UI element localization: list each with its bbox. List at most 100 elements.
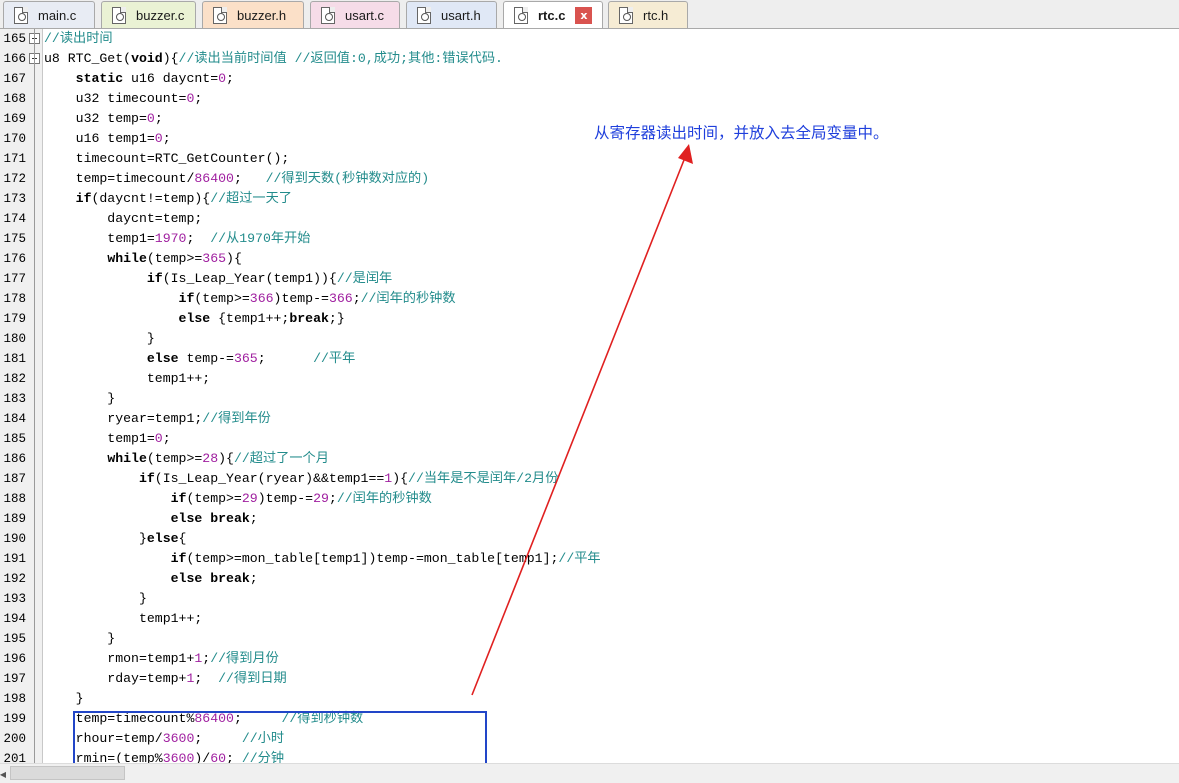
line-number: 199 [3, 712, 26, 726]
line-number: 174 [3, 212, 26, 226]
code-line[interactable]: rday=temp+1; //得到日期 [44, 669, 286, 689]
fold-guide-line [34, 29, 35, 763]
code-line[interactable]: if(daycnt!=temp){//超过一天了 [44, 189, 292, 209]
code-token: //得到年份 [202, 411, 271, 426]
code-line[interactable]: else break; [44, 569, 258, 589]
line-number: 196 [3, 652, 26, 666]
code-line[interactable]: } [44, 589, 147, 609]
code-line[interactable]: temp1++; [44, 609, 202, 629]
code-token: ; [352, 291, 361, 306]
code-line[interactable]: if(temp>=29)temp-=29;//闰年的秒钟数 [44, 489, 432, 509]
code-line[interactable]: } [44, 329, 155, 349]
line-number: 176 [3, 252, 26, 266]
code-line[interactable]: temp=timecount/86400; //得到天数(秒钟数对应的) [44, 169, 430, 189]
code-line[interactable]: temp1=0; [44, 429, 170, 449]
tab-buzzer-h[interactable]: buzzer.h [202, 1, 304, 28]
line-number: 179 [3, 312, 26, 326]
code-token: 0 [154, 431, 163, 446]
scroll-left-arrow-icon[interactable]: ◀ [0, 766, 6, 782]
code-line[interactable]: } [44, 629, 115, 649]
code-line[interactable]: else {temp1++;break;} [44, 309, 345, 329]
code-token: //闰年的秒钟数 [336, 491, 432, 506]
code-token: temp-= [178, 351, 234, 366]
code-line[interactable]: } [44, 389, 115, 409]
line-number: 194 [3, 612, 26, 626]
code-line[interactable]: if(temp>=mon_table[temp1])temp-=mon_tabl… [44, 549, 601, 569]
code-line[interactable]: //读出时间 [44, 29, 113, 49]
file-icon [321, 6, 335, 24]
line-number-gutter: 165 166 167 168 169 170 171 172 173 174 175 176 177 1… [0, 29, 43, 766]
code-line[interactable]: while(temp>=28){//超过了一个月 [44, 449, 329, 469]
annotation-text: 从寄存器读出时间，并放入去全局变量中。 [594, 124, 889, 142]
line-number: 170 [3, 132, 26, 146]
code-line[interactable]: else temp-=365; //平年 [44, 349, 355, 369]
code-token: else [178, 311, 211, 326]
code-token: ){ [162, 51, 179, 66]
code-token: } [44, 631, 116, 646]
code-line[interactable]: }else{ [44, 529, 187, 549]
code-line[interactable]: else break; [44, 509, 258, 529]
line-number: 183 [3, 392, 26, 406]
code-line[interactable]: daycnt=temp; [44, 209, 202, 229]
code-token: )temp-= [257, 491, 314, 506]
code-token: u32 temp= [44, 111, 147, 126]
code-token: if [170, 551, 187, 566]
code-token: else [170, 511, 203, 526]
code-token: (temp>= [186, 491, 242, 506]
code-line[interactable]: u16 temp1=0; [44, 129, 171, 149]
code-token: u8 RTC_Get( [44, 51, 132, 66]
line-number: 167 [3, 72, 26, 86]
code-line[interactable]: temp1++; [44, 369, 210, 389]
line-number: 180 [3, 332, 26, 346]
highlight-box [73, 711, 487, 767]
code-token: temp1++; [44, 371, 211, 386]
code-line[interactable]: rmon=temp1+1;//得到月份 [44, 649, 279, 669]
code-token: 365 [202, 251, 227, 266]
code-token: 366 [249, 291, 274, 306]
line-number: 187 [3, 472, 26, 486]
tab-buzzer-c[interactable]: buzzer.c [101, 1, 196, 28]
tab-usart-c[interactable]: usart.c [310, 1, 400, 28]
code-token: //是闰年 [336, 271, 393, 286]
code-token: //得到月份 [210, 651, 279, 666]
code-line[interactable]: static u16 daycnt=0; [44, 69, 234, 89]
line-number: 198 [3, 692, 26, 706]
horizontal-scrollbar[interactable]: ◀ [0, 763, 1179, 783]
tab-usart-h[interactable]: usart.h [406, 1, 497, 28]
code-line[interactable]: u32 timecount=0; [44, 89, 203, 109]
code-line[interactable]: ryear=temp1;//得到年份 [44, 409, 271, 429]
tab-rtc-h[interactable]: rtc.h [608, 1, 688, 28]
code-token: ; [186, 231, 211, 246]
code-line[interactable]: } [44, 689, 84, 709]
editor-tab-bar: main.c buzzer.c buzzer.h usart.c usart.h rtc.… [0, 0, 1179, 29]
close-tab-icon[interactable]: x [575, 6, 593, 24]
scrollbar-thumb[interactable] [10, 766, 125, 780]
code-token: timecount=RTC_GetCounter(); [44, 151, 290, 166]
code-token: ; [257, 351, 314, 366]
line-number: 189 [3, 512, 26, 526]
code-line[interactable]: if(temp>=366)temp-=366;//闰年的秒钟数 [44, 289, 456, 309]
code-line[interactable]: timecount=RTC_GetCounter(); [44, 149, 290, 169]
code-line[interactable]: u32 temp=0; [44, 109, 163, 129]
code-token: 29 [313, 491, 329, 506]
code-token: } [44, 331, 155, 346]
code-token: break [210, 511, 250, 526]
code-line[interactable]: temp1=1970; //从1970年开始 [44, 229, 310, 249]
code-line[interactable]: u8 RTC_Get(void){//读出当前时间值 //返回值:0,成功;其他… [44, 49, 503, 69]
code-line[interactable]: if(Is_Leap_Year(ryear)&&temp1==1){//当年是不… [44, 469, 558, 489]
code-token: while [107, 451, 147, 466]
code-token: //从1970年开始 [210, 231, 311, 246]
code-line[interactable]: if(Is_Leap_Year(temp1)){//是闰年 [44, 269, 392, 289]
tab-main-c[interactable]: main.c [3, 1, 95, 28]
tab-rtc-c[interactable]: rtc.c x [503, 1, 603, 28]
code-token: else [146, 351, 179, 366]
code-token: } [44, 391, 116, 406]
code-token: else [170, 571, 203, 586]
code-token: while [107, 251, 147, 266]
code-line[interactable]: while(temp>=365){ [44, 249, 242, 269]
